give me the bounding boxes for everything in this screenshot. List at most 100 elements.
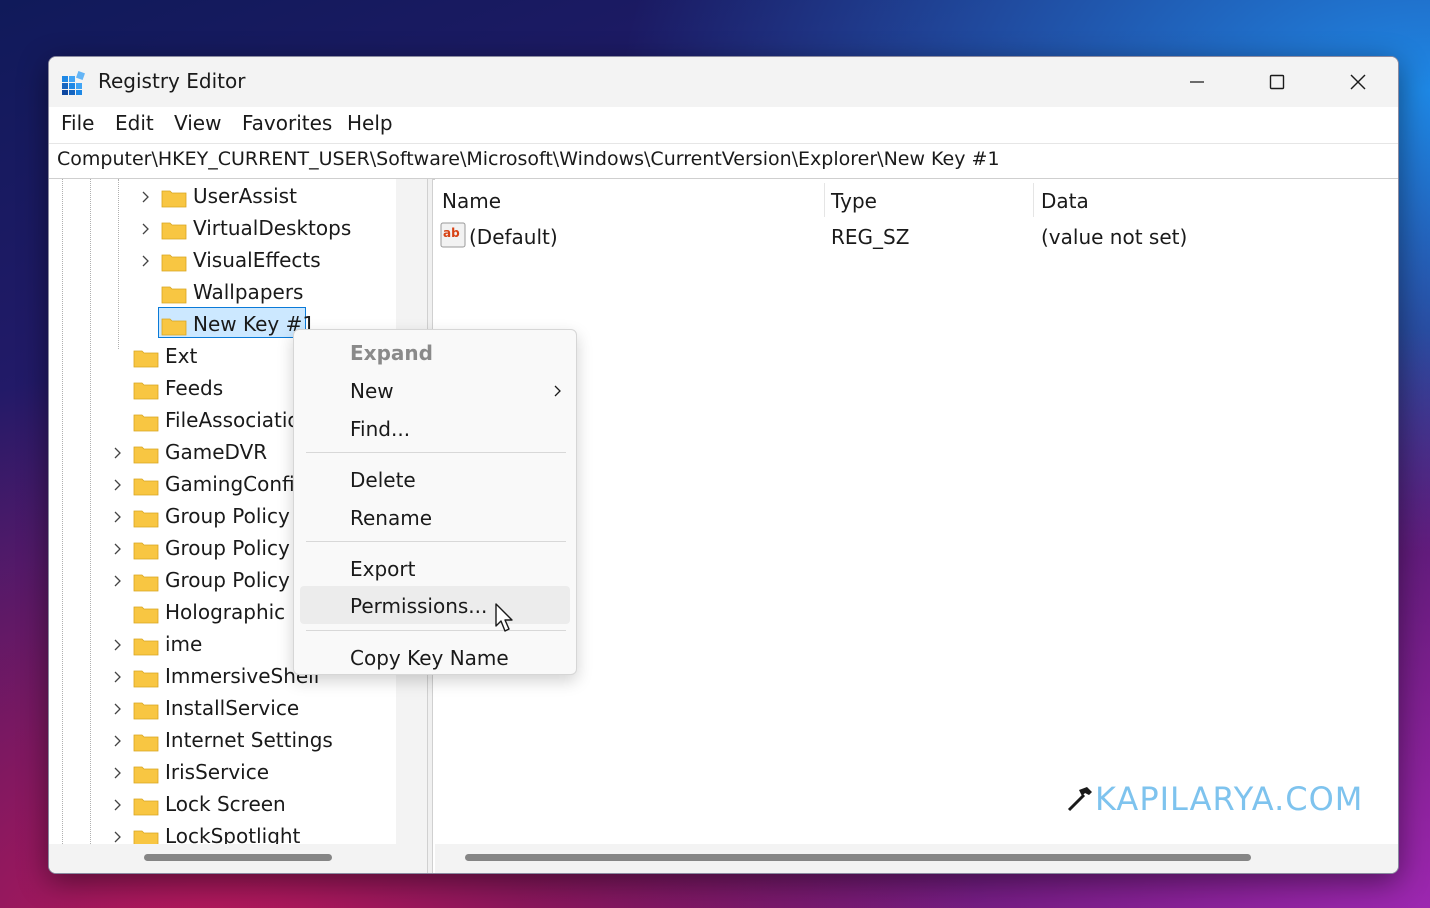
folder-icon — [133, 446, 159, 464]
chevron-right-icon[interactable] — [112, 447, 124, 459]
close-button[interactable] — [1318, 57, 1398, 107]
chevron-right-icon[interactable] — [112, 703, 124, 715]
tree-item-label: Wallpapers — [193, 280, 304, 304]
tree-item[interactable]: IrisService — [49, 757, 396, 789]
tree-horizontal-scrollbar[interactable] — [49, 844, 427, 873]
value-data: (value not set) — [1041, 225, 1188, 249]
chevron-right-icon[interactable] — [112, 479, 124, 491]
close-icon — [1350, 74, 1366, 90]
tree-item-label: Group Policy E — [165, 536, 309, 560]
address-bar[interactable]: Computer\HKEY_CURRENT_USER\Software\Micr… — [49, 143, 1398, 180]
folder-icon — [133, 350, 159, 368]
menu-bar: File Edit View Favorites Help — [49, 107, 1398, 141]
svg-text:ab: ab — [443, 226, 460, 240]
folder-icon — [133, 414, 159, 432]
chevron-right-icon[interactable] — [112, 543, 124, 555]
tree-item-label: GameDVR — [165, 440, 268, 464]
column-header-type[interactable]: Type — [831, 189, 877, 213]
menu-view[interactable]: View — [174, 111, 221, 135]
menu-separator — [306, 630, 566, 631]
chevron-right-icon[interactable] — [112, 831, 124, 843]
chevron-right-icon[interactable] — [140, 255, 152, 267]
folder-icon — [161, 286, 187, 304]
watermark: KAPILARYA.COM — [1065, 780, 1363, 818]
folder-icon — [133, 382, 159, 400]
column-separator[interactable] — [824, 183, 825, 217]
menu-file[interactable]: File — [61, 111, 94, 135]
context-menu-export[interactable]: Export — [300, 551, 570, 587]
maximize-icon — [1269, 74, 1285, 90]
minimize-button[interactable] — [1157, 57, 1237, 107]
scroll-thumb[interactable] — [144, 854, 332, 861]
folder-icon — [133, 574, 159, 592]
folder-icon — [161, 190, 187, 208]
values-list[interactable]: Name Type Data ab (Default) REG_SZ (valu… — [435, 179, 1398, 844]
tree-item[interactable]: Internet Settings — [49, 725, 396, 757]
context-menu-new[interactable]: New — [300, 373, 570, 409]
scroll-thumb[interactable] — [465, 854, 1251, 861]
value-name: (Default) — [469, 225, 558, 249]
tree-item-label: Group Policy O — [165, 568, 312, 592]
column-header-name[interactable]: Name — [442, 189, 501, 213]
context-menu-find[interactable]: Find... — [300, 411, 570, 447]
column-header-data[interactable]: Data — [1041, 189, 1089, 213]
context-menu-delete[interactable]: Delete — [300, 462, 570, 498]
menu-help[interactable]: Help — [347, 111, 393, 135]
chevron-right-icon[interactable] — [112, 671, 124, 683]
registry-editor-window: Registry Editor File Edit View Favorites… — [48, 56, 1399, 874]
tree-item-label: ime — [165, 632, 203, 656]
tree-item[interactable]: Wallpapers — [49, 277, 396, 309]
chevron-right-icon[interactable] — [112, 799, 124, 811]
menu-separator — [306, 541, 566, 542]
chevron-right-icon[interactable] — [140, 223, 152, 235]
tree-item[interactable]: Lock Screen — [49, 789, 396, 821]
context-menu: Expand New Find... Delete Rename Export … — [293, 329, 577, 675]
context-menu-permissions[interactable]: Permissions... — [300, 586, 570, 624]
tree-item-label: Holographic — [165, 600, 286, 624]
tree-item-label: VirtualDesktops — [193, 216, 352, 240]
tree-item[interactable]: LockSpotlight — [49, 821, 396, 844]
watermark-text: KAPILARYA.COM — [1095, 780, 1364, 818]
title-bar[interactable]: Registry Editor — [49, 57, 1398, 107]
chevron-right-icon[interactable] — [112, 767, 124, 779]
chevron-right-icon[interactable] — [140, 191, 152, 203]
folder-icon — [133, 638, 159, 656]
menu-favorites[interactable]: Favorites — [242, 111, 332, 135]
menu-edit[interactable]: Edit — [115, 111, 154, 135]
maximize-button[interactable] — [1237, 57, 1317, 107]
menu-separator — [306, 452, 566, 453]
folder-icon — [133, 606, 159, 624]
folder-icon — [133, 734, 159, 752]
tree-item-label: UserAssist — [193, 184, 297, 208]
tree-item-label: Feeds — [165, 376, 224, 400]
tree-item[interactable]: VirtualDesktops — [49, 213, 396, 245]
address-path[interactable]: Computer\HKEY_CURRENT_USER\Software\Micr… — [57, 148, 1000, 170]
folder-icon — [161, 254, 187, 272]
tree-item[interactable]: UserAssist — [49, 181, 396, 213]
string-value-icon: ab — [440, 222, 466, 248]
chevron-right-icon[interactable] — [112, 511, 124, 523]
window-title: Registry Editor — [98, 69, 246, 93]
tree-item-label: Internet Settings — [165, 728, 333, 752]
tree-item-label: Group Policy — [165, 504, 290, 528]
list-horizontal-scrollbar[interactable] — [435, 844, 1398, 873]
value-type: REG_SZ — [831, 225, 910, 249]
chevron-right-icon — [554, 385, 561, 397]
tree-item-label: Lock Screen — [165, 792, 286, 816]
tree-item[interactable]: InstallService — [49, 693, 396, 725]
context-menu-rename[interactable]: Rename — [300, 500, 570, 536]
tree-item-label: GamingConfig — [165, 472, 308, 496]
context-menu-expand[interactable]: Expand — [300, 335, 570, 371]
chevron-right-icon[interactable] — [112, 639, 124, 651]
tree-item-label: InstallService — [165, 696, 300, 720]
folder-icon — [133, 670, 159, 688]
folder-icon — [161, 222, 187, 240]
folder-icon — [133, 478, 159, 496]
column-separator[interactable] — [1033, 183, 1034, 217]
chevron-right-icon[interactable] — [112, 575, 124, 587]
tree-item[interactable]: VisualEffects — [49, 245, 396, 277]
tree-item-label: FileAssociation — [165, 408, 313, 432]
chevron-right-icon[interactable] — [112, 735, 124, 747]
mouse-cursor-icon — [495, 603, 513, 632]
context-menu-copy-key-name[interactable]: Copy Key Name — [300, 640, 570, 676]
